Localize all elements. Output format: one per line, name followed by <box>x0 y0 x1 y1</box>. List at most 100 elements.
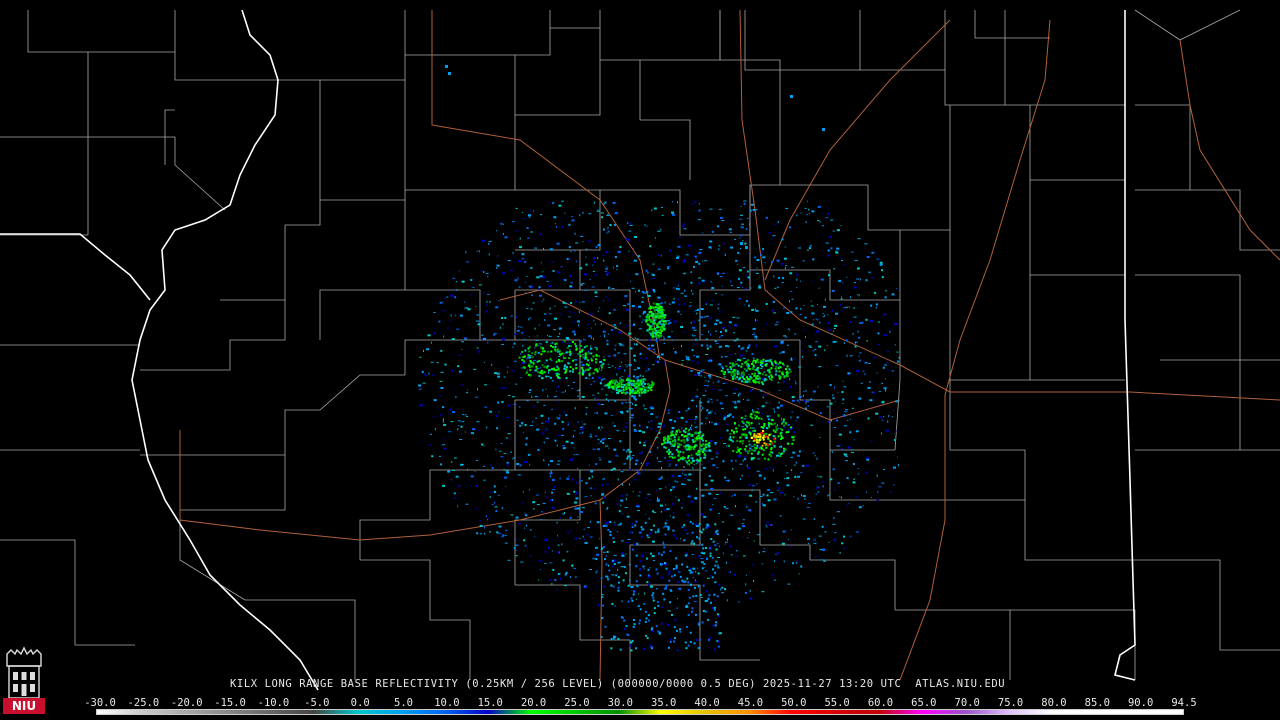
echo-pixel <box>650 445 653 447</box>
niu-logo: NIU <box>3 646 45 716</box>
echo-pixel <box>807 542 809 544</box>
echo-pixel <box>639 424 641 427</box>
echo-pixel <box>571 370 574 373</box>
echo-pixel <box>628 364 632 366</box>
echo-pixel <box>644 389 646 392</box>
echo-pixel <box>459 439 463 440</box>
echo-pixel <box>735 550 738 552</box>
echo-pixel <box>518 260 522 263</box>
echo-pixel <box>504 476 508 479</box>
echo-pixel <box>624 392 627 395</box>
echo-pixel <box>644 391 647 394</box>
echo-pixel <box>658 488 662 490</box>
echo-pixel <box>506 371 508 373</box>
echo-pixel <box>564 389 566 392</box>
echo-pixel <box>575 345 578 348</box>
echo-pixel <box>741 442 744 445</box>
echo-pixel <box>748 450 751 452</box>
echo-pixel <box>802 355 804 358</box>
echo-pixel <box>752 388 755 390</box>
echo-pixel <box>710 281 713 283</box>
echo-pixel <box>696 355 700 358</box>
echo-pixel <box>686 514 689 517</box>
echo-pixel <box>460 425 463 428</box>
echo-pixel <box>804 497 806 500</box>
echo-pixel <box>610 638 613 640</box>
echo-pixel <box>639 608 642 611</box>
echo-pixel <box>884 290 887 292</box>
echo-pixel <box>770 374 773 377</box>
echo-pixel <box>527 364 530 367</box>
echo-pixel <box>766 525 768 528</box>
echo-pixel <box>489 410 493 413</box>
echo-pixel <box>629 644 632 647</box>
echo-pixel <box>456 328 459 330</box>
echo-pixel <box>878 486 882 488</box>
echo-pixel <box>617 478 619 481</box>
echo-pixel <box>858 359 861 362</box>
echo-pixel <box>775 321 779 323</box>
echo-pixel <box>650 320 653 323</box>
echo-pixel <box>559 313 562 315</box>
echo-pixel <box>783 278 785 280</box>
echo-pixel <box>682 472 684 474</box>
echo-pixel <box>504 534 507 536</box>
echo-pixel <box>676 417 680 419</box>
echo-pixel <box>718 345 722 348</box>
echo-pixel <box>709 508 713 509</box>
echo-pixel <box>735 459 737 462</box>
echo-pixel <box>801 350 804 352</box>
echo-pixel <box>618 351 620 353</box>
echo-pixel <box>616 430 620 432</box>
echo-pixel <box>792 438 795 441</box>
echo-pixel <box>716 451 719 454</box>
echo-pixel <box>724 476 727 479</box>
echo-pixel <box>694 613 697 616</box>
echo-pixel <box>888 415 890 417</box>
echo-pixel <box>749 447 752 450</box>
echo-pixel <box>750 413 753 416</box>
echo-pixel <box>760 253 762 256</box>
echo-pixel <box>828 235 832 238</box>
echo-pixel <box>705 315 709 317</box>
echo-pixel <box>859 278 861 281</box>
echo-pixel <box>885 378 886 380</box>
echo-pixel <box>587 368 590 371</box>
echo-pixel <box>770 367 773 370</box>
echo-pixel <box>740 242 743 245</box>
echo-pixel <box>766 494 769 497</box>
echo-pixel <box>556 444 558 447</box>
echo-pixel <box>895 288 897 289</box>
echo-pixel <box>592 394 595 396</box>
echo-pixel <box>760 446 763 449</box>
echo-pixel <box>662 320 665 323</box>
echo-pixel <box>517 277 519 280</box>
echo-pixel <box>810 300 812 302</box>
echo-pixel <box>733 374 736 377</box>
echo-pixel <box>625 364 627 366</box>
echo-pixel <box>632 253 635 255</box>
echo-pixel <box>753 540 755 542</box>
echo-pixel <box>634 416 636 418</box>
echo-pixel <box>714 412 716 415</box>
echo-pixel <box>757 450 760 453</box>
echo-pixel <box>523 339 526 341</box>
echo-pixel <box>644 592 646 595</box>
echo-pixel <box>538 288 539 290</box>
echo-pixel <box>544 538 548 541</box>
echo-pixel <box>478 430 480 431</box>
echo-pixel <box>501 507 503 510</box>
echo-pixel <box>739 218 743 220</box>
echo-pixel <box>708 461 710 463</box>
echo-pixel <box>638 394 641 397</box>
echo-pixel <box>527 354 530 357</box>
echo-pixel <box>833 328 836 329</box>
echo-pixel <box>692 396 694 399</box>
echo-pixel <box>743 418 747 420</box>
echo-pixel <box>607 521 610 524</box>
echo-pixel <box>476 532 479 535</box>
echo-pixel <box>465 503 469 505</box>
echo-pixel <box>703 324 707 327</box>
echo-pixel <box>729 433 732 435</box>
echo-pixel <box>762 449 765 452</box>
